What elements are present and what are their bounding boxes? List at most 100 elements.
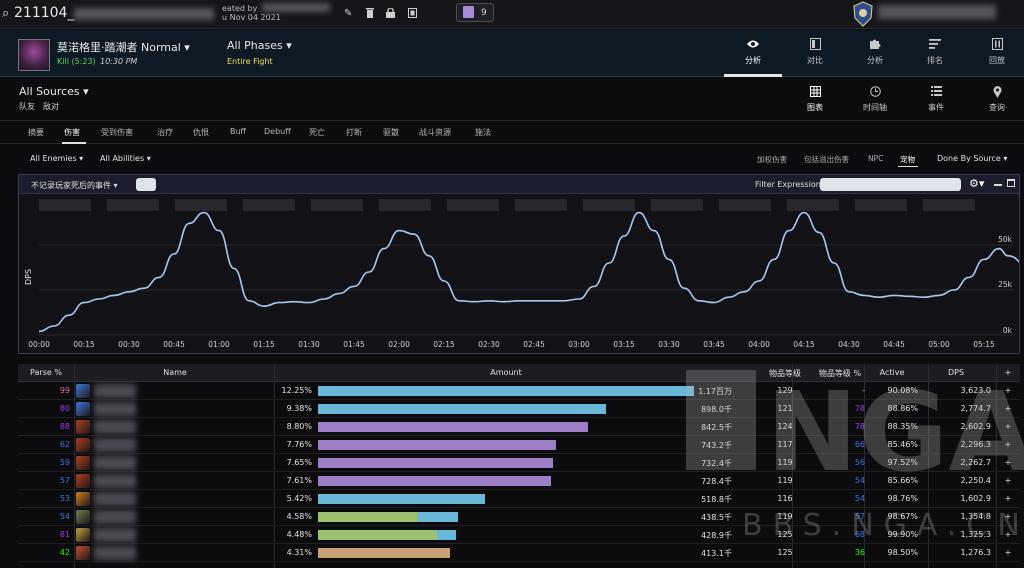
tab-debuffs[interactable]: Debuff — [264, 127, 291, 136]
dps-value: 3,623.0 — [960, 386, 991, 395]
add-icon[interactable]: + — [1003, 386, 1013, 395]
abilities-dropdown[interactable]: All Abilities ▾ — [100, 154, 151, 163]
table-row[interactable]: 99 12.25% 1.17百万 129 - 90.08% 3,623.0 + — [18, 382, 1020, 400]
minimize-icon[interactable] — [994, 184, 1002, 186]
tab-buffs[interactable]: Buff — [230, 127, 246, 136]
col-parse[interactable]: Parse % — [24, 368, 68, 377]
x-tick-label: 00:45 — [163, 340, 185, 349]
redacted-player-name[interactable] — [94, 438, 136, 452]
nav-analyzer[interactable]: 分析 — [850, 38, 900, 66]
nav-compare[interactable]: 对比 — [790, 38, 840, 66]
death-events-dropdown[interactable]: 不记录玩家死后的事件 ▾ — [31, 180, 118, 191]
tab-damage-taken[interactable]: 受到伤害 — [101, 127, 133, 138]
friendly-toggle[interactable]: 队友 — [19, 102, 35, 111]
maximize-icon[interactable] — [1007, 179, 1015, 187]
add-icon[interactable]: + — [1003, 530, 1013, 539]
add-icon[interactable]: + — [1003, 548, 1013, 557]
view-query[interactable]: 查询 — [972, 86, 1022, 113]
table-row[interactable]: 62 7.76% 743.2千 117 66 85.46% 2,296.3 + — [18, 436, 1020, 454]
nav-analyze[interactable]: 分析 — [728, 38, 778, 66]
add-icon[interactable]: + — [1003, 458, 1013, 467]
redacted-username — [878, 5, 996, 19]
redacted-player-name[interactable] — [94, 402, 136, 416]
option-pets[interactable]: 宠物 — [900, 154, 915, 165]
tab-interrupts[interactable]: 打断 — [346, 127, 362, 138]
view-timeline[interactable]: 时间轴 — [850, 86, 900, 113]
table-row[interactable]: 42 4.31% 413.1千 125 36 98.50% 1,276.3 + — [18, 544, 1020, 562]
redacted-player-name[interactable] — [94, 492, 136, 506]
col-dps[interactable]: DPS — [936, 368, 976, 377]
phase-selector[interactable]: All Phases ▾ — [227, 39, 292, 52]
tab-healing[interactable]: 治疗 — [157, 127, 173, 138]
add-icon[interactable]: + — [1003, 476, 1013, 485]
source-filter: 队友 敌对 — [19, 101, 67, 112]
nav-replay[interactable]: 回放 — [972, 38, 1022, 66]
table-row[interactable]: 54 4.58% 438.5千 119 57 98.67% 1,354.8 + — [18, 508, 1020, 526]
tab-damage-done[interactable]: 伤害 — [64, 127, 80, 138]
amount-percent: 7.76% — [286, 440, 312, 449]
color-swatch[interactable] — [136, 178, 156, 191]
add-icon[interactable]: + — [1003, 512, 1013, 521]
enemy-toggle[interactable]: 敌对 — [43, 102, 59, 111]
table-row[interactable]: 59 7.65% 732.4千 119 56 97.52% 2,262.7 + — [18, 454, 1020, 472]
tab-threat[interactable]: 仇恨 — [193, 127, 209, 138]
col-ilvl-pct[interactable]: 物品等级 % — [812, 368, 868, 379]
add-icon[interactable]: + — [1003, 494, 1013, 503]
redacted-player-name[interactable] — [94, 384, 136, 398]
amount-bar — [318, 404, 606, 414]
lock-icon[interactable] — [386, 7, 395, 21]
item-level: 119 — [777, 476, 793, 485]
enemies-dropdown[interactable]: All Enemies ▾ — [30, 154, 83, 163]
redacted-player-name[interactable] — [94, 546, 136, 560]
view-chart[interactable]: 图表 — [790, 86, 840, 113]
redacted-player-name[interactable] — [94, 528, 136, 542]
table-row[interactable]: 88 8.80% 842.5千 124 78 88.35% 2,602.9 + — [18, 418, 1020, 436]
option-npc[interactable]: NPC — [868, 154, 883, 163]
col-add[interactable]: + — [1002, 368, 1014, 377]
redacted-player-name[interactable] — [94, 474, 136, 488]
active-time: 98.50% — [887, 548, 918, 557]
amount-bar — [318, 512, 418, 522]
tab-dispels[interactable]: 驱散 — [383, 127, 399, 138]
view-events[interactable]: 事件 — [911, 86, 961, 113]
active-time: 85.46% — [887, 440, 918, 449]
legend-entry — [855, 199, 907, 211]
option-weighted-damage[interactable]: 加权伤害 — [757, 154, 787, 165]
search-icon[interactable]: ⌕ — [2, 6, 9, 21]
col-active[interactable]: Active — [870, 368, 914, 377]
tab-deaths[interactable]: 死亡 — [309, 127, 325, 138]
add-icon[interactable]: + — [1003, 440, 1013, 449]
option-overkill[interactable]: 包括溢出伤害 — [804, 154, 849, 165]
col-name[interactable]: Name — [150, 368, 200, 377]
trash-icon[interactable] — [366, 8, 374, 21]
redacted-player-name[interactable] — [94, 510, 136, 524]
col-ilvl[interactable]: 物品等级 — [760, 368, 810, 379]
boss-selector[interactable]: 莫渃格里·踏潮者 Normal ▾ — [57, 39, 190, 55]
tab-casts[interactable]: 施法 — [475, 127, 491, 138]
col-amount[interactable]: Amount — [476, 368, 536, 377]
redacted-player-name[interactable] — [94, 456, 136, 470]
gear-icon[interactable]: ⚙▾ — [969, 177, 984, 190]
tab-summary[interactable]: 摘要 — [28, 127, 44, 138]
nav-rankings[interactable]: 排名 — [910, 38, 960, 66]
copy-icon[interactable] — [408, 8, 417, 21]
table-row[interactable]: 57 7.61% 728.4千 119 54 85.66% 2,250.4 + — [18, 472, 1020, 490]
edit-icon[interactable]: ✎ — [344, 8, 352, 19]
table-row[interactable]: 80 9.38% 898.0千 121 78 88.86% 2,774.7 + — [18, 400, 1020, 418]
x-tick-label: 03:30 — [658, 340, 680, 349]
redacted-player-name[interactable] — [94, 420, 136, 434]
amount-percent: 12.25% — [281, 386, 312, 395]
guild-emblem-icon[interactable] — [852, 1, 874, 27]
done-by-dropdown[interactable]: Done By Source ▾ — [937, 154, 1007, 163]
chart-header: 不记录玩家死后的事件 ▾ Filter Expression: ⚙▾ — [19, 175, 1019, 194]
legend-entry — [923, 199, 975, 211]
source-selector[interactable]: All Sources ▾ — [19, 85, 89, 98]
twitch-button[interactable]: 9 — [456, 3, 494, 22]
done-by-label: Done By Source — [937, 154, 1001, 163]
table-row[interactable]: 53 5.42% 518.8千 116 54 98.76% 1,602.9 + — [18, 490, 1020, 508]
tab-resources[interactable]: 战斗资源 — [419, 127, 451, 138]
filter-expression-input[interactable] — [820, 178, 961, 191]
add-icon[interactable]: + — [1003, 404, 1013, 413]
add-icon[interactable]: + — [1003, 422, 1013, 431]
table-row[interactable]: 81 4.48% 428.9千 125 68 99.90% 1,325.3 + — [18, 526, 1020, 544]
